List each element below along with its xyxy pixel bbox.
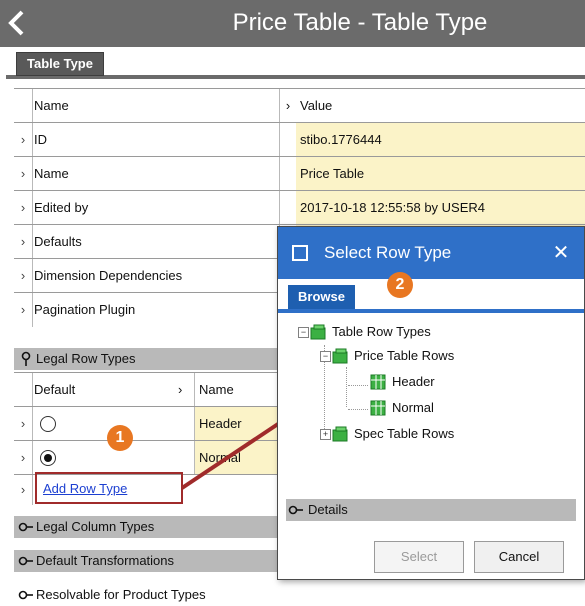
expand-chevron-icon[interactable]: › bbox=[14, 259, 33, 293]
row-marker bbox=[14, 89, 33, 123]
property-row-edited-by[interactable]: › Edited by 2017-10-18 12:55:58 by USER4 bbox=[14, 190, 585, 225]
add-row-type-highlight: Add Row Type bbox=[35, 472, 183, 504]
expand-chevron-icon[interactable]: › bbox=[14, 123, 33, 157]
pin-collapsed-icon[interactable] bbox=[18, 553, 34, 569]
row-marker: › bbox=[14, 475, 33, 505]
folder-table-icon bbox=[332, 348, 348, 364]
property-row-id[interactable]: › ID stibo.1776444 bbox=[14, 122, 585, 157]
folder-table-icon bbox=[310, 324, 326, 340]
dialog-footer: Select Cancel bbox=[278, 533, 584, 579]
cell-separator bbox=[279, 123, 297, 157]
tree-connector bbox=[348, 385, 368, 386]
table-row-icon bbox=[370, 400, 386, 416]
tree-node-label: Table Row Types bbox=[332, 324, 431, 339]
close-icon[interactable]: ✕ bbox=[550, 240, 572, 265]
add-row-type-link[interactable]: Add Row Type bbox=[43, 481, 127, 496]
section-resolvable-for-product-types[interactable]: Resolvable for Product Types bbox=[14, 584, 585, 606]
select-row-type-dialog: Select Row Type ✕ Browse − Table Row Typ… bbox=[277, 226, 585, 580]
section-label: Legal Column Types bbox=[36, 519, 155, 534]
expand-toggle-icon[interactable]: + bbox=[320, 429, 331, 440]
column-header-default-label: Default bbox=[34, 382, 76, 397]
default-radio-selected[interactable] bbox=[40, 450, 56, 466]
property-name: Edited by bbox=[34, 200, 89, 215]
window-title: Price Table - Table Type bbox=[232, 9, 488, 36]
window-icon bbox=[292, 245, 308, 261]
row-type-tree: − Table Row Types − Price Table Rows Hea… bbox=[286, 321, 576, 471]
default-radio[interactable] bbox=[40, 416, 56, 432]
expand-chevron-icon[interactable]: › bbox=[14, 157, 33, 191]
annotation-badge-2: 2 bbox=[387, 272, 413, 298]
dialog-tab-strip: Browse bbox=[278, 279, 584, 313]
tab-strip: Table Type bbox=[6, 47, 585, 79]
select-button[interactable]: Select bbox=[374, 541, 464, 573]
pin-collapsed-icon[interactable] bbox=[18, 519, 34, 535]
window-titlebar: Price Table - Table Type bbox=[0, 0, 585, 47]
expand-chevron-icon[interactable]: › bbox=[14, 407, 33, 441]
tree-connector bbox=[346, 367, 347, 407]
property-name: Defaults bbox=[34, 234, 82, 249]
property-row-name[interactable]: › Name Price Table bbox=[14, 156, 585, 191]
section-label: Legal Row Types bbox=[36, 351, 136, 366]
tab-table-type[interactable]: Table Type bbox=[16, 52, 104, 76]
tab-browse[interactable]: Browse bbox=[288, 285, 355, 309]
property-value[interactable]: 2017-10-18 12:55:58 by USER4 bbox=[296, 191, 585, 225]
property-name: ID bbox=[34, 132, 47, 147]
tree-connector bbox=[348, 409, 368, 410]
property-name: Pagination Plugin bbox=[34, 302, 136, 317]
collapse-toggle-icon[interactable]: − bbox=[320, 351, 331, 362]
pin-collapsed-icon[interactable] bbox=[18, 587, 34, 603]
properties-header-row: Name › Value bbox=[14, 88, 585, 123]
annotation-badge-1: 1 bbox=[107, 425, 133, 451]
folder-table-icon bbox=[332, 426, 348, 442]
pin-expanded-icon[interactable] bbox=[18, 351, 34, 367]
section-label: Default Transformations bbox=[36, 553, 175, 568]
column-header-value[interactable]: Value bbox=[296, 89, 585, 123]
property-value[interactable]: Price Table bbox=[296, 157, 585, 191]
expand-chevron-icon[interactable]: › bbox=[14, 441, 33, 475]
expand-chevron-icon[interactable]: › bbox=[14, 293, 33, 327]
cell-separator bbox=[279, 157, 297, 191]
column-sort-chevron-icon[interactable]: › bbox=[178, 373, 182, 407]
tree-node-label: Spec Table Rows bbox=[354, 426, 455, 441]
property-name: Name bbox=[34, 166, 69, 181]
property-name: Dimension Dependencies bbox=[34, 268, 183, 283]
details-section[interactable]: Details bbox=[286, 499, 576, 521]
column-sort-chevron-icon[interactable]: › bbox=[279, 89, 297, 123]
cancel-button[interactable]: Cancel bbox=[474, 541, 564, 573]
column-header-name[interactable]: Name bbox=[34, 89, 279, 123]
cell-separator bbox=[279, 191, 297, 225]
section-label: Resolvable for Product Types bbox=[36, 587, 206, 602]
property-value[interactable]: stibo.1776444 bbox=[296, 123, 585, 157]
tree-node-label: Header bbox=[392, 374, 435, 389]
expand-chevron-icon[interactable]: › bbox=[14, 191, 33, 225]
tree-node-label: Price Table Rows bbox=[354, 348, 455, 363]
row-marker bbox=[14, 373, 33, 407]
dialog-titlebar: Select Row Type ✕ bbox=[278, 227, 584, 279]
collapse-toggle-icon[interactable]: − bbox=[298, 327, 309, 338]
table-row-icon bbox=[370, 374, 386, 390]
expand-chevron-icon[interactable]: › bbox=[14, 225, 33, 259]
column-header-default[interactable]: Default › bbox=[34, 373, 194, 407]
section-label: Details bbox=[308, 502, 348, 517]
pin-collapsed-icon[interactable] bbox=[288, 502, 304, 518]
dialog-title: Select Row Type bbox=[324, 243, 452, 262]
tree-node-label: Normal bbox=[392, 400, 434, 415]
